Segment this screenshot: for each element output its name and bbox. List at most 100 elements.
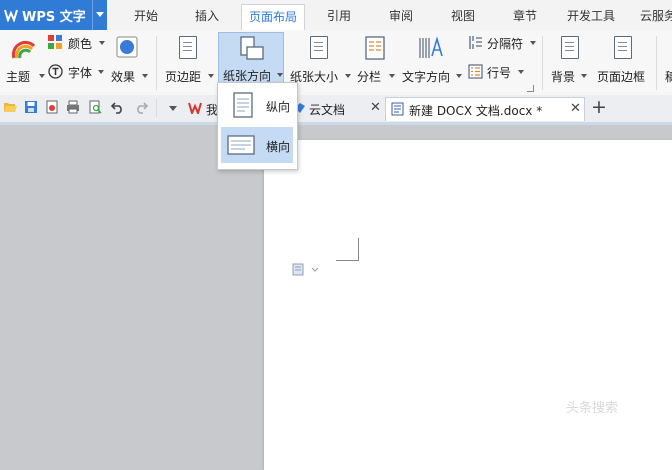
page-setup-dialog-launcher[interactable] bbox=[527, 85, 534, 92]
margins-label: 页边距 bbox=[165, 70, 202, 84]
ribbon: 主题 颜色 字体 效果 页边距 纸张方向 纸张大小 分栏 文字方向 分隔符 行号… bbox=[0, 30, 672, 96]
font-t-icon bbox=[48, 64, 63, 79]
text-direction-icon bbox=[419, 36, 443, 58]
new-tab-plus-icon[interactable]: + bbox=[591, 96, 607, 118]
toolbar-separator bbox=[156, 99, 157, 117]
chevron-down-icon bbox=[142, 74, 148, 78]
tab-references[interactable]: 引用 bbox=[327, 7, 351, 24]
font-label: 字体 bbox=[68, 66, 93, 80]
color-label: 颜色 bbox=[68, 37, 93, 51]
close-icon[interactable]: ✕ bbox=[370, 100, 381, 115]
doc-tab-cloud-label: 云文档 bbox=[309, 103, 346, 117]
text-direction-label: 文字方向 bbox=[402, 70, 451, 84]
open-folder-icon[interactable] bbox=[3, 100, 17, 114]
orientation-portrait-label: 纵向 bbox=[266, 100, 291, 114]
app-name: WPS 文字 bbox=[22, 10, 86, 25]
effect-circle-icon bbox=[116, 36, 138, 58]
page-border-icon bbox=[614, 36, 632, 59]
columns-label: 分栏 bbox=[357, 70, 382, 84]
tab-insert[interactable]: 插入 bbox=[195, 7, 219, 24]
chevron-down-icon bbox=[277, 73, 283, 77]
effect-label: 效果 bbox=[111, 70, 136, 84]
page-border-button[interactable]: 页面边框 bbox=[595, 32, 651, 92]
doc-tab-cloud[interactable]: 云文档 ✕ bbox=[294, 97, 382, 120]
print-icon[interactable] bbox=[66, 100, 80, 114]
margins-button[interactable]: 页边距 bbox=[163, 32, 215, 92]
chevron-down-icon bbox=[389, 74, 395, 78]
margin-corner-mark bbox=[336, 238, 359, 261]
font-button[interactable]: 字体 bbox=[48, 63, 106, 83]
tab-sections[interactable]: 章节 bbox=[513, 7, 537, 24]
rainbow-icon bbox=[12, 40, 36, 59]
chevron-down-icon bbox=[39, 74, 45, 78]
wps-w-icon bbox=[188, 102, 202, 114]
chevron-down-icon bbox=[530, 41, 536, 45]
tab-developer[interactable]: 开发工具 bbox=[567, 7, 615, 24]
doc-tab-active[interactable]: 新建 DOCX 文档.docx * ✕ bbox=[385, 97, 585, 121]
app-menu-dropdown[interactable] bbox=[92, 0, 108, 30]
app-menu-button[interactable]: WPS 文字 bbox=[0, 0, 107, 30]
chevron-down-icon bbox=[345, 74, 351, 78]
breaks-label: 分隔符 bbox=[487, 37, 524, 51]
document-page[interactable] bbox=[264, 140, 672, 470]
color-palette-icon bbox=[48, 35, 62, 49]
menu-bar: WPS 文字 开始 插入 页面布局 引用 审阅 视图 章节 开发工具 云服务 bbox=[0, 0, 672, 31]
text-direction-button[interactable]: 文字方向 bbox=[400, 32, 462, 92]
document-tab-bar: 我 云文档 ✕ 新建 DOCX 文档.docx * ✕ + bbox=[0, 95, 672, 125]
chevron-down-icon bbox=[518, 70, 524, 74]
theme-label: 主题 bbox=[6, 70, 31, 84]
ribbon-separator bbox=[656, 36, 657, 90]
color-button[interactable]: 颜色 bbox=[48, 34, 106, 54]
breaks-icon bbox=[469, 36, 482, 49]
tab-page-layout[interactable]: 页面布局 bbox=[241, 4, 306, 30]
orientation-landscape-option[interactable]: 横向 bbox=[221, 127, 293, 163]
tab-view[interactable]: 视图 bbox=[451, 7, 475, 24]
export-pdf-icon[interactable] bbox=[45, 100, 59, 114]
tab-review[interactable]: 审阅 bbox=[389, 7, 413, 24]
paper-size-icon bbox=[310, 36, 328, 59]
ribbon-separator bbox=[542, 36, 543, 90]
doc-tab-active-label: 新建 DOCX 文档.docx * bbox=[409, 104, 543, 118]
draft-paper-label: 稿 bbox=[665, 70, 672, 84]
undo-icon[interactable] bbox=[111, 100, 125, 114]
line-numbers-icon bbox=[468, 64, 483, 79]
chevron-down-icon bbox=[456, 74, 462, 78]
effect-button[interactable]: 效果 bbox=[110, 34, 150, 86]
orientation-dropdown: 纵向 横向 bbox=[217, 82, 298, 170]
tab-cloud[interactable]: 云服务 bbox=[640, 7, 672, 24]
chevron-down-icon bbox=[581, 74, 587, 78]
margins-icon bbox=[179, 36, 197, 59]
columns-icon bbox=[365, 36, 385, 60]
doc-tab-home[interactable]: 我 bbox=[186, 97, 220, 120]
breaks-button[interactable]: 分隔符 bbox=[466, 34, 536, 54]
line-numbers-label: 行号 bbox=[487, 66, 512, 80]
ribbon-separator bbox=[156, 36, 157, 90]
background-button[interactable]: 背景 bbox=[549, 32, 589, 92]
chevron-down-icon bbox=[96, 12, 104, 17]
chevron-down-icon bbox=[99, 41, 105, 45]
line-numbers-button[interactable]: 行号 bbox=[466, 63, 526, 83]
columns-button[interactable]: 分栏 bbox=[355, 32, 397, 92]
wps-logo-icon bbox=[4, 9, 18, 22]
background-icon bbox=[561, 36, 579, 59]
portrait-page-icon bbox=[233, 92, 253, 118]
save-icon[interactable] bbox=[24, 100, 38, 114]
page-border-label: 页面边框 bbox=[597, 70, 646, 84]
close-icon[interactable]: ✕ bbox=[570, 101, 581, 116]
paste-options-icon[interactable] bbox=[292, 262, 320, 276]
chevron-down-icon bbox=[208, 74, 214, 78]
orientation-icon bbox=[240, 36, 264, 60]
draft-paper-button[interactable]: 稿 bbox=[661, 32, 672, 92]
watermark-text: 头条搜索 bbox=[566, 401, 619, 416]
orientation-landscape-label: 横向 bbox=[266, 140, 291, 154]
theme-button[interactable]: 主题 bbox=[4, 34, 45, 86]
orientation-portrait-option[interactable]: 纵向 bbox=[221, 87, 293, 123]
redo-icon[interactable] bbox=[134, 100, 148, 114]
chevron-down-icon bbox=[98, 70, 104, 74]
background-label: 背景 bbox=[551, 70, 576, 84]
landscape-page-icon bbox=[227, 135, 255, 155]
tab-home[interactable]: 开始 bbox=[134, 7, 158, 24]
quick-access-dropdown-icon[interactable] bbox=[169, 106, 177, 111]
word-doc-icon bbox=[391, 102, 404, 116]
print-preview-icon[interactable] bbox=[88, 100, 102, 114]
